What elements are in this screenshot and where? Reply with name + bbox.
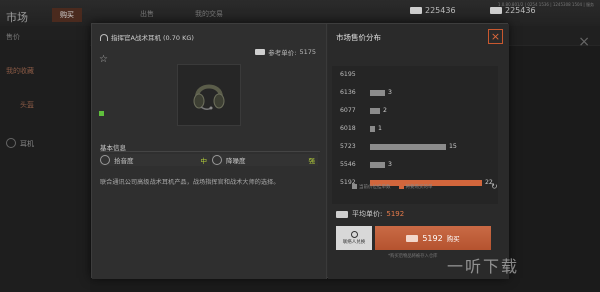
headset-image-icon [193, 84, 225, 111]
headset-icon [100, 33, 108, 41]
chart-legend: 当前价位挂单数 将要购买的单 [352, 184, 433, 190]
tab-sell[interactable]: 出售 [140, 9, 154, 19]
price-label: 5546 [340, 161, 356, 168]
version-text: 1.0.80.801/2 | 0254 1536 | 1245308 1504 … [497, 2, 594, 7]
distribution-bar [370, 162, 385, 168]
distribution-bar [370, 90, 385, 96]
noise-icon [212, 155, 222, 165]
search-icon [350, 231, 358, 238]
bar-count-label: 3 [388, 89, 392, 96]
item-title: 指挥官A战术耳机 (0.70 KG) [100, 32, 194, 42]
price-label: 6136 [340, 89, 356, 96]
close-icon: × [490, 30, 501, 43]
buy-button[interactable]: 5192 购买 [375, 226, 491, 250]
sidebar-item-helmet[interactable]: 头盔 [20, 100, 34, 110]
currency-display: 225436 [410, 6, 456, 15]
distribution-bar [370, 108, 380, 114]
watermark-text: 一听下载 [447, 257, 520, 276]
tab-buy[interactable]: 购买 [52, 8, 82, 22]
money-icon [490, 7, 502, 14]
headset-icon [6, 138, 16, 148]
bar-count-label: 1 [378, 125, 382, 132]
divider [100, 151, 320, 152]
close-button[interactable]: × [488, 29, 503, 44]
bar-count-label: 15 [449, 143, 457, 150]
legend-item-buy: 将要购买的单 [398, 184, 433, 190]
purchase-footnote: *购买后物品将被存入仓库 [388, 254, 438, 259]
money-icon [255, 49, 266, 55]
money-icon [336, 210, 348, 218]
favorite-star-icon[interactable]: ☆ [99, 54, 108, 65]
bar-count-label: 2 [383, 107, 387, 114]
item-details-panel: 指挥官A战术耳机 (0.70 KG) ☆ 参考单价: 5175 基本信息 拾音度… [92, 24, 327, 279]
bar-count-label: 3 [388, 161, 392, 168]
tab-my-trades[interactable]: 我的交易 [195, 9, 223, 19]
price-label: 6195 [340, 71, 356, 78]
item-image [177, 64, 241, 126]
sidebar-item-favorites[interactable]: 我的收藏 [6, 66, 34, 76]
money-icon [406, 234, 419, 242]
ear-icon [100, 155, 110, 165]
reference-price: 参考单价: 5175 [255, 47, 316, 57]
distribution-bar [370, 126, 375, 132]
item-description: 联合通讯公司高级战术耳机产品，战场指挥官和战术大师的选择。 [100, 179, 280, 186]
rarity-indicator [99, 111, 104, 116]
legend-swatch [352, 184, 357, 189]
category-sidebar: 我的收藏 头盔 耳机 [0, 40, 90, 292]
screen-title: 市场 [6, 11, 28, 24]
distribution-bar [370, 144, 446, 150]
distribution-title: 市场售价分布 [336, 33, 381, 42]
money-icon [410, 7, 422, 14]
legend-swatch [398, 184, 404, 189]
stat-pickup: 拾音度 中 [100, 154, 210, 166]
price-label: 6077 [340, 107, 356, 114]
average-price-row: 平均单价: 5192 [336, 209, 404, 219]
item-purchase-dialog: 指挥官A战术耳机 (0.70 KG) ☆ 参考单价: 5175 基本信息 拾音度… [91, 23, 509, 279]
sidebar-item-headset[interactable]: 耳机 [20, 139, 34, 149]
legend-item-current: 当前价位挂单数 [352, 184, 391, 190]
contact-exchange-button[interactable]: 联络人兑换 [336, 226, 372, 250]
price-label: 5723 [340, 143, 356, 150]
background-close-icon[interactable]: × [578, 34, 590, 50]
refresh-icon[interactable]: ↻ [491, 182, 498, 191]
price-label: 6018 [340, 125, 356, 132]
market-distribution-panel: 市场售价分布 × 6195 6136 3 6077 2 6018 1 5723 15 5546 3 5… [328, 24, 509, 279]
stat-noise-reduction: 降噪度 强 [212, 154, 318, 166]
